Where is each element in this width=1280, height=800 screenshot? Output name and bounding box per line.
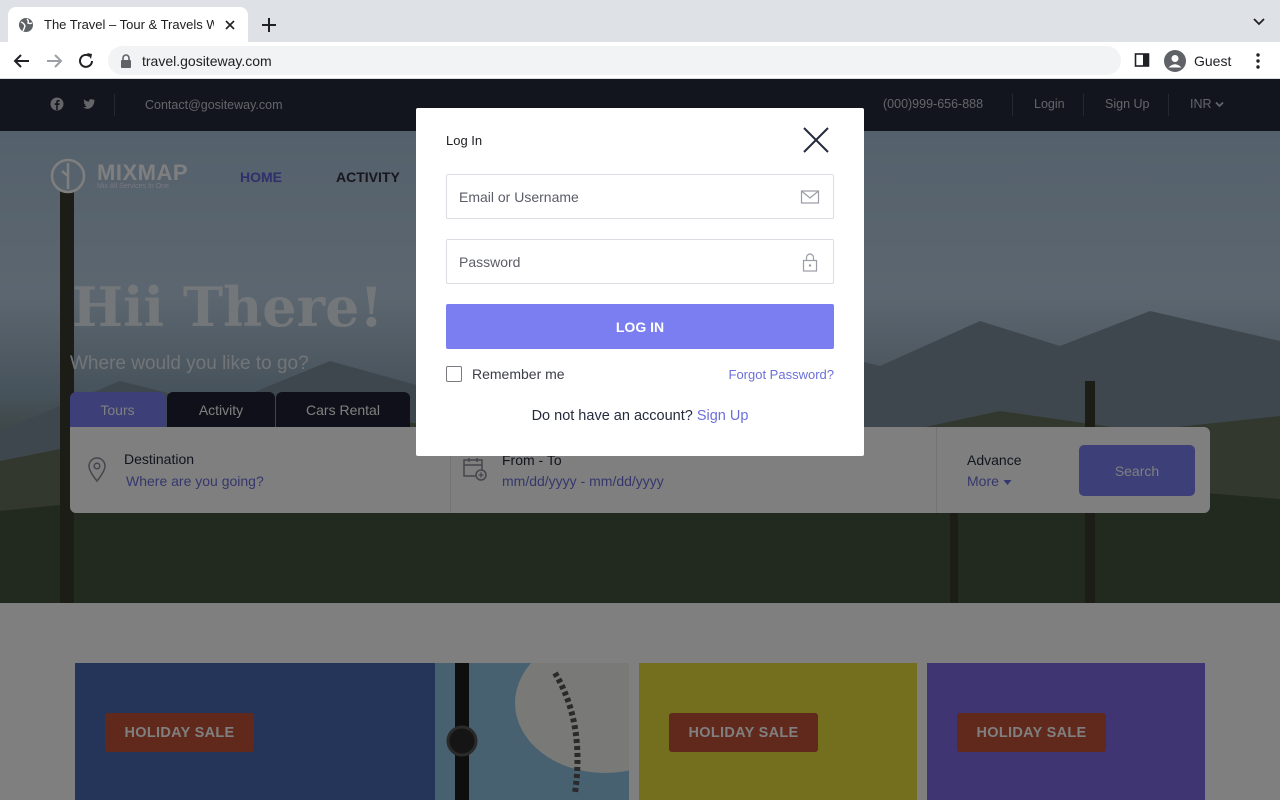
tab-title: The Travel – Tour & Travels We [44, 17, 214, 32]
url-text: travel.gositeway.com [142, 52, 272, 69]
password-input[interactable] [447, 240, 787, 283]
remember-label: Remember me [472, 366, 565, 382]
profile-label: Guest [1194, 52, 1232, 69]
email-input[interactable] [447, 175, 787, 218]
globe-icon [19, 17, 33, 32]
back-arrow-icon[interactable] [12, 51, 32, 71]
chevron-down-icon[interactable] [1252, 16, 1266, 28]
browser-tab-strip: The Travel – Tour & Travels We [0, 0, 1280, 42]
close-tab-icon[interactable] [222, 17, 238, 33]
forgot-password-link[interactable]: Forgot Password? [729, 367, 835, 382]
reload-icon[interactable] [76, 51, 96, 71]
padlock-icon [802, 253, 818, 272]
avatar-icon [1164, 49, 1186, 72]
remember-checkbox[interactable] [446, 366, 462, 382]
forward-arrow-icon[interactable] [44, 51, 64, 71]
login-button[interactable]: LOG IN [446, 304, 834, 349]
more-menu-icon[interactable] [1250, 52, 1266, 70]
signup-prompt: Do not have an account? Sign Up [416, 408, 864, 424]
new-tab-icon[interactable] [258, 14, 280, 36]
email-field [446, 174, 834, 219]
signup-link[interactable]: Sign Up [697, 408, 749, 424]
login-modal: Log In LOG IN Remember me Forgot Passwor… [416, 108, 864, 456]
address-bar[interactable]: travel.gositeway.com [108, 46, 1121, 75]
modal-title: Log In [446, 133, 483, 148]
password-field [446, 239, 834, 284]
profile-button[interactable]: Guest [1160, 46, 1240, 75]
close-icon[interactable] [802, 126, 830, 154]
no-account-text: Do not have an account? [531, 408, 693, 424]
browser-tab[interactable]: The Travel – Tour & Travels We [8, 7, 248, 42]
remember-me[interactable]: Remember me [446, 366, 565, 382]
envelope-icon [800, 190, 820, 204]
side-panel-icon[interactable] [1134, 52, 1150, 68]
browser-toolbar: travel.gositeway.com Guest [0, 42, 1280, 79]
lock-icon [121, 53, 131, 68]
